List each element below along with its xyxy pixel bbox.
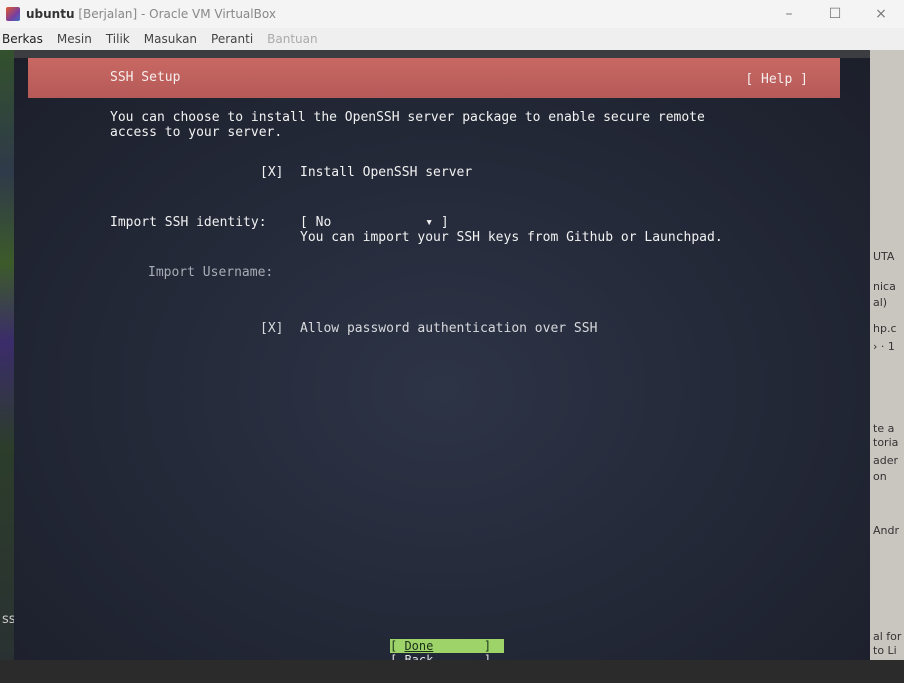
install-openssh-checkbox[interactable]: [X]: [260, 165, 283, 180]
import-identity-hint: You can import your SSH keys from Github…: [300, 230, 723, 245]
window-controls: – ☐ ×: [766, 0, 904, 28]
maximize-button[interactable]: ☐: [812, 0, 858, 28]
menu-masukan[interactable]: Masukan: [137, 32, 204, 46]
virtualbox-icon: [6, 7, 20, 21]
minimize-button[interactable]: –: [766, 0, 812, 28]
background-right: UTA nica al) hp.c › · 1 te a toria ader …: [870, 50, 904, 660]
monitor-bezel: [0, 660, 904, 683]
bg-snippet: ader: [873, 454, 899, 467]
page-title: SSH Setup: [110, 70, 181, 85]
bg-snippet: › · 1: [873, 340, 895, 353]
installer-header: SSH Setup [ Help ]: [28, 58, 840, 98]
bg-snippet: on: [873, 470, 887, 483]
menu-bantuan[interactable]: Bantuan: [260, 32, 324, 46]
intro-text-line1: You can choose to install the OpenSSH se…: [110, 110, 705, 125]
bg-snippet: al): [873, 296, 888, 309]
bg-snippet: te a: [873, 422, 895, 435]
menu-berkas[interactable]: Berkas: [0, 32, 50, 46]
import-identity-select[interactable]: [ No ▾ ]: [300, 215, 449, 230]
background-left: [0, 50, 14, 660]
bg-snippet: hp.c: [873, 322, 897, 335]
allow-password-checkbox[interactable]: [X]: [260, 321, 283, 336]
bg-snippet: al for: [873, 630, 902, 643]
install-openssh-label: Install OpenSSH server: [300, 165, 473, 180]
bg-snippet: Andr: [873, 524, 900, 537]
window-titlebar: ubuntu [Berjalan] - Oracle VM VirtualBox…: [0, 0, 904, 28]
done-button[interactable]: [ Done ]: [390, 639, 504, 653]
window-title: ubuntu [Berjalan] - Oracle VM VirtualBox: [26, 7, 276, 21]
vm-screen: SSH Setup [ Help ] You can choose to ins…: [14, 58, 870, 667]
bg-snippet: nica: [873, 280, 896, 293]
close-button[interactable]: ×: [858, 0, 904, 28]
menu-mesin[interactable]: Mesin: [50, 32, 99, 46]
bg-snippet: UTA: [873, 250, 895, 263]
intro-text-line2: access to your server.: [110, 125, 283, 140]
help-button[interactable]: [ Help ]: [745, 72, 808, 87]
import-identity-label: Import SSH identity:: [110, 215, 267, 230]
import-username-label: Import Username:: [148, 265, 274, 280]
menu-tilik[interactable]: Tilik: [99, 32, 137, 46]
bg-snippet: toria: [873, 436, 899, 449]
allow-password-label: Allow password authentication over SSH: [300, 321, 598, 336]
bg-snippet: to Li: [873, 644, 897, 657]
menubar: Berkas Mesin Tilik Masukan Peranti Bantu…: [0, 28, 904, 50]
menu-peranti[interactable]: Peranti: [204, 32, 260, 46]
